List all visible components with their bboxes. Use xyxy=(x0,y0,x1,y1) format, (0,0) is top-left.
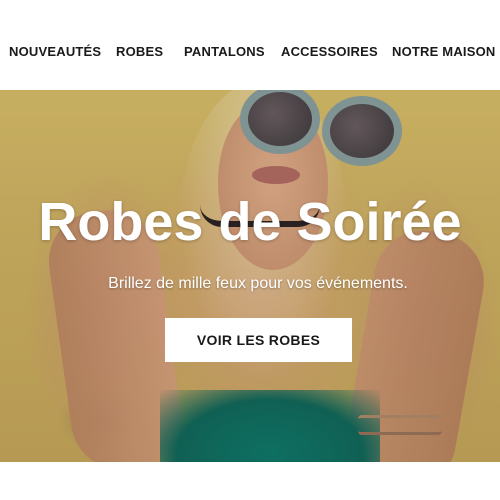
main-navigation: NOUVEAUTÉS ROBES PANTALONS ACCESSOIRES N… xyxy=(0,0,500,90)
nav-item-robes[interactable]: ROBES xyxy=(116,44,163,59)
nav-item-notre-maison[interactable]: NOTRE MAISON xyxy=(392,44,496,59)
nav-item-pantalons[interactable]: PANTALONS xyxy=(184,44,265,59)
below-hero-area xyxy=(0,462,500,500)
hero-banner: Robes de Soirée Brillez de mille feux po… xyxy=(0,90,500,462)
nav-item-accessoires[interactable]: ACCESSOIRES xyxy=(281,44,378,59)
view-dresses-button[interactable]: VOIR LES ROBES xyxy=(165,318,352,362)
nav-item-nouveautes[interactable]: NOUVEAUTÉS xyxy=(9,44,101,59)
hero-title: Robes de Soirée xyxy=(38,192,462,252)
hero-subtitle: Brillez de mille feux pour vos événement… xyxy=(108,275,408,292)
